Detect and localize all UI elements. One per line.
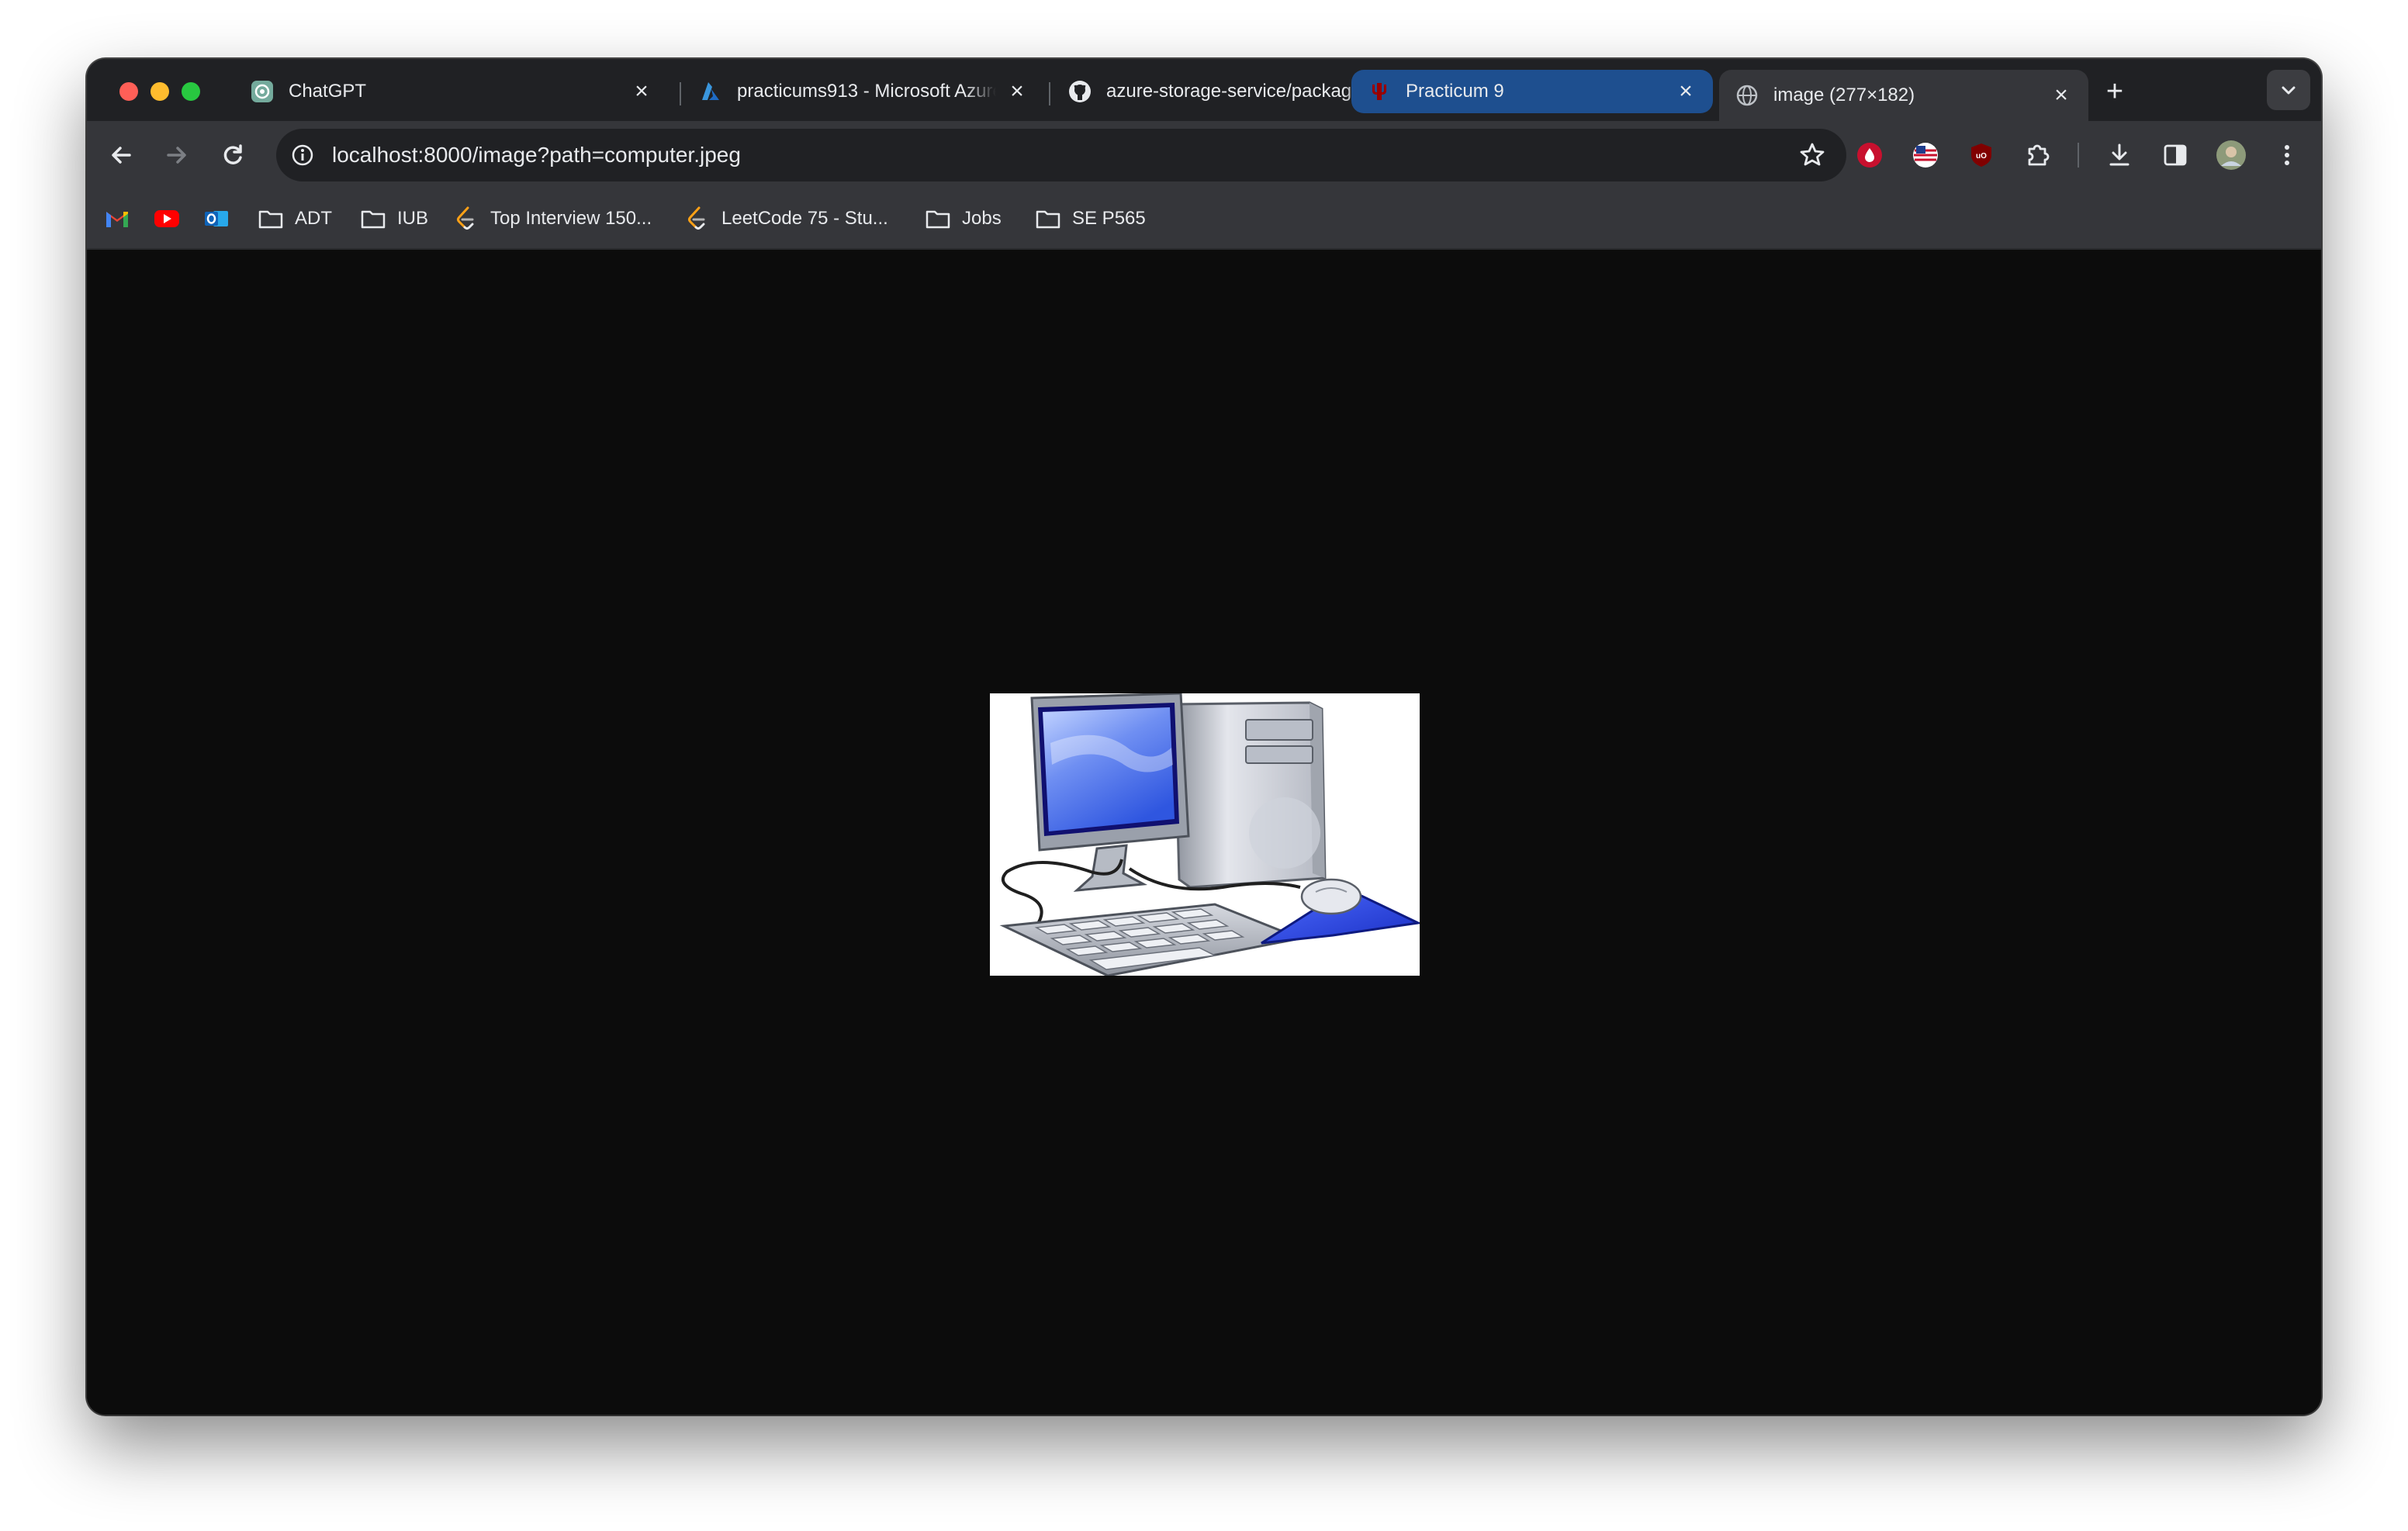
extension-red-drop-icon[interactable] <box>1854 140 1885 171</box>
svg-text:uO: uO <box>1976 152 1987 161</box>
bookmark-folder-se-p565[interactable]: SE P565 <box>1035 203 1146 234</box>
extension-ublock-icon[interactable]: uO <box>1966 140 1997 171</box>
gmail-icon <box>104 206 130 232</box>
bookmark-label: ADT <box>295 208 332 229</box>
profile-avatar[interactable] <box>2216 140 2247 171</box>
close-tab-icon[interactable]: × <box>1674 78 1697 104</box>
side-panel-icon[interactable] <box>2160 140 2191 171</box>
browser-toolbar: localhost:8000/image?path=computer.jpeg … <box>87 121 2321 189</box>
tab-image[interactable]: image (277×182) × <box>1719 70 2088 121</box>
computer-image[interactable] <box>990 692 1423 977</box>
tab-search-button[interactable] <box>2267 70 2310 110</box>
tab-title: azure-storage-service/package <box>1106 81 1362 102</box>
computer-illustration <box>999 692 1423 977</box>
reload-icon <box>223 144 242 164</box>
folder-icon <box>258 206 284 232</box>
browser-window: ChatGPT × practicums913 - Microsoft Azur… <box>87 59 2321 1415</box>
globe-icon <box>1735 83 1759 108</box>
tab-separator <box>1049 82 1050 105</box>
bookmark-label: SE P565 <box>1072 208 1146 229</box>
outlook-icon <box>203 206 230 232</box>
folder-icon <box>925 206 951 232</box>
extensions-puzzle-icon[interactable] <box>2022 140 2053 171</box>
site-info-icon[interactable] <box>290 143 315 168</box>
bookmark-top-interview[interactable]: Top Interview 150... <box>453 203 652 234</box>
youtube-icon <box>154 206 180 232</box>
bookmark-label: LeetCode 75 - Stu... <box>721 208 888 229</box>
github-icon <box>1067 79 1092 104</box>
bookmark-gmail[interactable] <box>104 203 130 234</box>
bookmark-label: IUB <box>397 208 429 229</box>
downloads-icon[interactable] <box>2104 140 2135 171</box>
tab-chatgpt[interactable]: ChatGPT × <box>234 70 669 113</box>
iu-trident-icon <box>1367 79 1392 104</box>
folder-icon <box>1035 206 1061 232</box>
more-menu-icon[interactable] <box>2271 140 2302 171</box>
new-tab-button[interactable]: + <box>2096 73 2133 110</box>
bookmark-star-icon[interactable] <box>1798 141 1826 169</box>
close-window-button[interactable] <box>119 82 138 101</box>
close-tab-icon[interactable]: × <box>630 78 653 104</box>
chatgpt-icon <box>250 79 275 104</box>
page-content <box>87 250 2321 1415</box>
bookmark-leetcode-75[interactable]: LeetCode 75 - Stu... <box>684 203 888 234</box>
minimize-window-button[interactable] <box>150 82 169 101</box>
bookmark-youtube[interactable] <box>154 203 180 234</box>
bookmark-folder-adt[interactable]: ADT <box>258 203 332 234</box>
bookmark-label: Jobs <box>962 208 1002 229</box>
address-bar[interactable]: localhost:8000/image?path=computer.jpeg <box>276 129 1846 181</box>
back-button[interactable] <box>102 137 140 174</box>
back-arrow-icon <box>112 147 131 164</box>
forward-button[interactable] <box>158 137 195 174</box>
close-tab-icon[interactable]: × <box>2050 82 2073 108</box>
tab-title: image (277×182) <box>1773 85 1915 105</box>
folder-icon <box>360 206 386 232</box>
bookmark-outlook[interactable] <box>203 203 230 234</box>
tab-title: ChatGPT <box>289 81 367 102</box>
bookmark-folder-iub[interactable]: IUB <box>360 203 428 234</box>
bookmarks-bar: ADT IUB Top Interview 150... LeetCode 75… <box>87 189 2321 250</box>
azure-icon <box>698 79 723 104</box>
tab-strip: ChatGPT × practicums913 - Microsoft Azur… <box>87 59 2321 121</box>
tab-title: Practicum 9 <box>1406 81 1504 102</box>
bookmark-label: Top Interview 150... <box>490 208 652 229</box>
tab-separator <box>680 82 681 105</box>
chevron-down-icon <box>2282 86 2296 95</box>
tab-title: practicums913 - Microsoft Azure <box>737 81 996 102</box>
fullscreen-window-button[interactable] <box>182 82 200 101</box>
close-tab-icon[interactable]: × <box>1005 78 1029 104</box>
forward-arrow-icon <box>167 147 186 164</box>
extension-flag-icon[interactable] <box>1910 140 1941 171</box>
leetcode-icon <box>453 206 479 232</box>
bookmark-folder-jobs[interactable]: Jobs <box>925 203 1002 234</box>
reload-button[interactable] <box>214 137 251 174</box>
tab-practicum-9[interactable]: Practicum 9 × <box>1351 70 1713 113</box>
leetcode-icon <box>684 206 711 232</box>
url-text[interactable]: localhost:8000/image?path=computer.jpeg <box>332 129 741 181</box>
toolbar-divider <box>2078 143 2079 168</box>
tab-azure[interactable]: practicums913 - Microsoft Azure × <box>683 70 1044 113</box>
